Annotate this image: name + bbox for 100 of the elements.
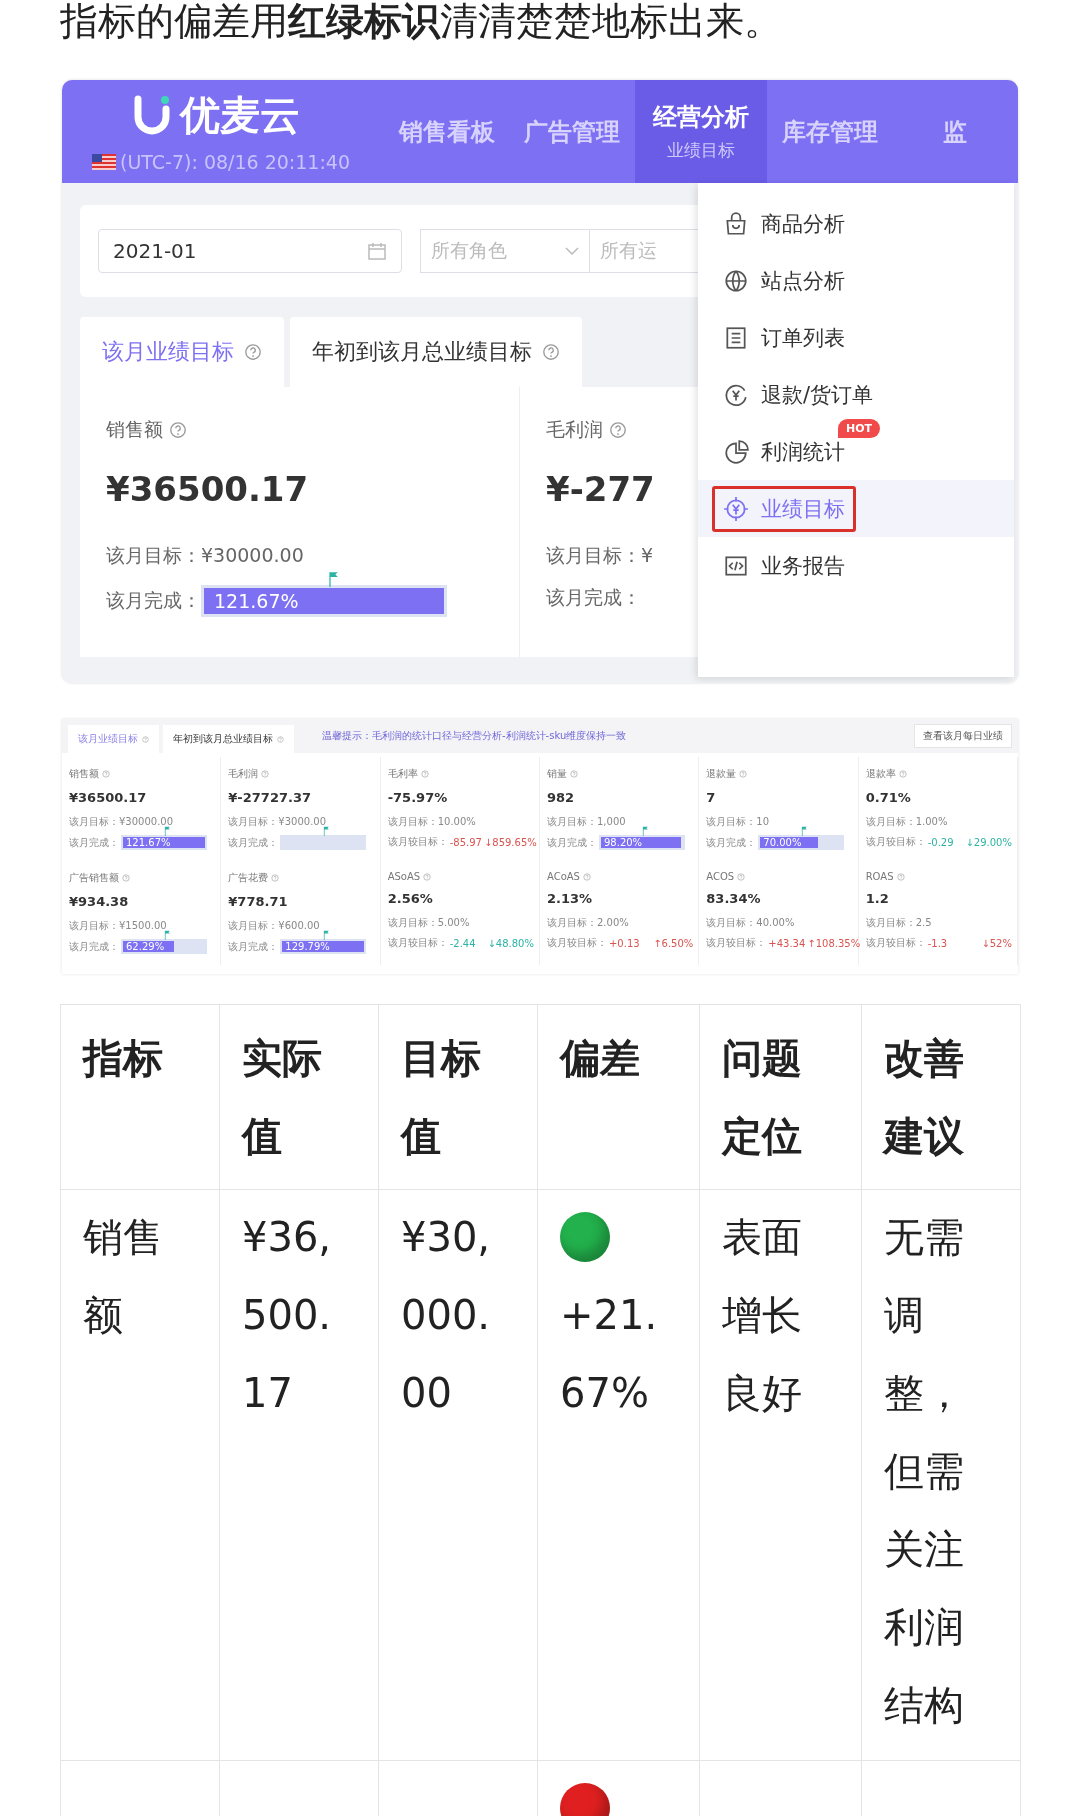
- column-header: 偏差: [537, 1004, 700, 1190]
- globe-icon: [723, 267, 749, 294]
- yen-target-icon: [723, 495, 749, 522]
- metric-label: ROAS: [865, 871, 894, 882]
- help-icon: [423, 872, 432, 881]
- metric-target: 该月目标：¥: [546, 543, 654, 568]
- difference-value: -0.29: [927, 836, 954, 848]
- help-icon: [102, 770, 110, 778]
- table-cell-text: ¥30,000.00: [401, 1213, 492, 1418]
- help-icon: [420, 770, 429, 778]
- help-icon: [277, 735, 284, 743]
- menu-item[interactable]: 订单列表: [698, 309, 1014, 366]
- table-cell-text: ¥36,500.17: [242, 1213, 333, 1418]
- metric-value: 0.71%: [865, 790, 912, 805]
- difference-value: +43.34: [768, 937, 806, 949]
- metric-label: 销量: [547, 767, 567, 781]
- table-cell-text: 表面增长良好: [722, 1213, 803, 1418]
- metric-line-label: 该月完成：: [706, 835, 757, 850]
- help-icon: [898, 770, 907, 778]
- help-icon: [142, 735, 149, 743]
- difference-value: -2.44: [449, 937, 476, 949]
- daily-performance-button[interactable]: 查看该月每日业绩: [914, 724, 1012, 748]
- metric-label: 退款量: [706, 767, 737, 781]
- metric-label: 毛利润: [546, 417, 603, 442]
- metric-value: 7: [706, 790, 717, 805]
- goal-tab[interactable]: 该月业绩目标: [68, 725, 159, 753]
- metric-line-label: 该月完成：: [69, 835, 119, 850]
- metric-value: ¥778.71: [228, 894, 289, 909]
- metric-target: 该月目标：¥1500.00: [69, 919, 167, 933]
- timezone-clock: (UTC-7): 08/16 20:11:40: [120, 151, 350, 173]
- date-field[interactable]: 2021-01: [98, 229, 402, 273]
- metric-line-label: 该月较目标：: [547, 936, 607, 950]
- chevron-down-icon: [565, 246, 579, 256]
- difference-value: +0.13: [609, 937, 640, 949]
- difference-percent: ↑6.50%: [653, 937, 694, 949]
- flag-icon: [327, 570, 339, 588]
- goal-tab[interactable]: 该月业绩目标: [80, 317, 284, 387]
- column-header: 目标值: [378, 1004, 538, 1190]
- logo-icon: [134, 94, 170, 137]
- progress-text: 121.67%: [125, 837, 171, 848]
- logo-text: 优麦云: [180, 91, 300, 140]
- flag-icon: [163, 930, 171, 940]
- metric-value: 982: [547, 790, 576, 805]
- goal-tab[interactable]: 年初到该月总业绩目标: [163, 725, 294, 753]
- bag-icon: [723, 210, 749, 237]
- metric-line-label: 该月完成：: [69, 939, 119, 954]
- metric-target: 该月目标：¥30000.00: [106, 543, 304, 568]
- progress-text: 62.29%: [125, 941, 165, 952]
- metric-line-label: 该月较目标：: [706, 936, 767, 950]
- nav-tab[interactable]: 经营分析 业绩目标: [635, 80, 767, 183]
- metric-line-label: 该月较目标：: [387, 936, 448, 950]
- metric-label: 销售额: [106, 417, 163, 442]
- menu-item[interactable]: 业务报告: [698, 537, 1014, 594]
- metric-line-label: 该月较目标：: [387, 835, 448, 849]
- metric-target: 该月目标：10: [706, 815, 770, 829]
- column-header: 实际值: [219, 1004, 379, 1190]
- metric-value: ¥934.38: [69, 894, 130, 909]
- table-cell-text: +21.67%: [560, 1291, 659, 1418]
- column-header: 改善建议: [861, 1004, 1021, 1190]
- progress-text: 129.79%: [284, 941, 330, 952]
- help-icon: [244, 343, 262, 361]
- flag-icon: [800, 826, 809, 836]
- metric-label: 广告销售额: [69, 871, 119, 885]
- metric-line-label: 该月完成：: [228, 939, 279, 954]
- table-cell-text: 销售额: [83, 1213, 164, 1340]
- metric-target: 该月目标：¥600.00: [228, 919, 320, 933]
- difference-percent: ↓52%: [981, 937, 1012, 949]
- help-icon: [609, 421, 627, 439]
- metric-target: 该月目标：1,000: [547, 815, 626, 829]
- difference-percent: ↓859.65%: [483, 836, 537, 848]
- metric-label: 广告花费: [228, 871, 269, 885]
- help-icon: [261, 770, 270, 778]
- help-icon: [737, 872, 746, 881]
- metric-line-label: 该月完成：: [106, 588, 201, 613]
- metric-target: 该月目标：1.00%: [865, 815, 948, 829]
- help-icon: [271, 874, 280, 882]
- metric-line-label: 该月完成：: [228, 835, 279, 850]
- goal-tab[interactable]: 年初到该月总业绩目标: [290, 317, 582, 387]
- metric-line-label: 该月完成：: [547, 835, 597, 850]
- notice-text: 温馨提示：毛利润的统计口径与经营分析-利润统计-sku维度保持一致: [322, 729, 627, 743]
- flag-icon: [322, 826, 331, 836]
- help-icon: [896, 872, 905, 881]
- metric-target: 该月目标：¥3000.00: [228, 815, 327, 829]
- hot-badge: HOT: [838, 419, 881, 438]
- difference-percent: ↓29.00%: [965, 836, 1012, 848]
- metric-value: 2.56%: [387, 891, 434, 906]
- metric-value: 1.2: [865, 891, 890, 906]
- flag-icon: [641, 826, 649, 836]
- help-icon: [739, 770, 748, 778]
- metric-value: ¥-277: [546, 469, 655, 509]
- calendar-icon: [367, 241, 387, 261]
- help-icon: [169, 421, 187, 439]
- metric-value: 83.34%: [706, 891, 762, 906]
- progress-text: 121.67%: [213, 590, 299, 612]
- metric-label: ASoAS: [387, 871, 421, 882]
- metric-label: ACOS: [706, 871, 735, 882]
- metric-value: ¥-27727.37: [228, 790, 313, 805]
- column-header: 指标: [60, 1004, 220, 1190]
- metric-target: 该月目标：40.00%: [706, 916, 795, 930]
- metric-line-label: 该月较目标：: [865, 936, 926, 950]
